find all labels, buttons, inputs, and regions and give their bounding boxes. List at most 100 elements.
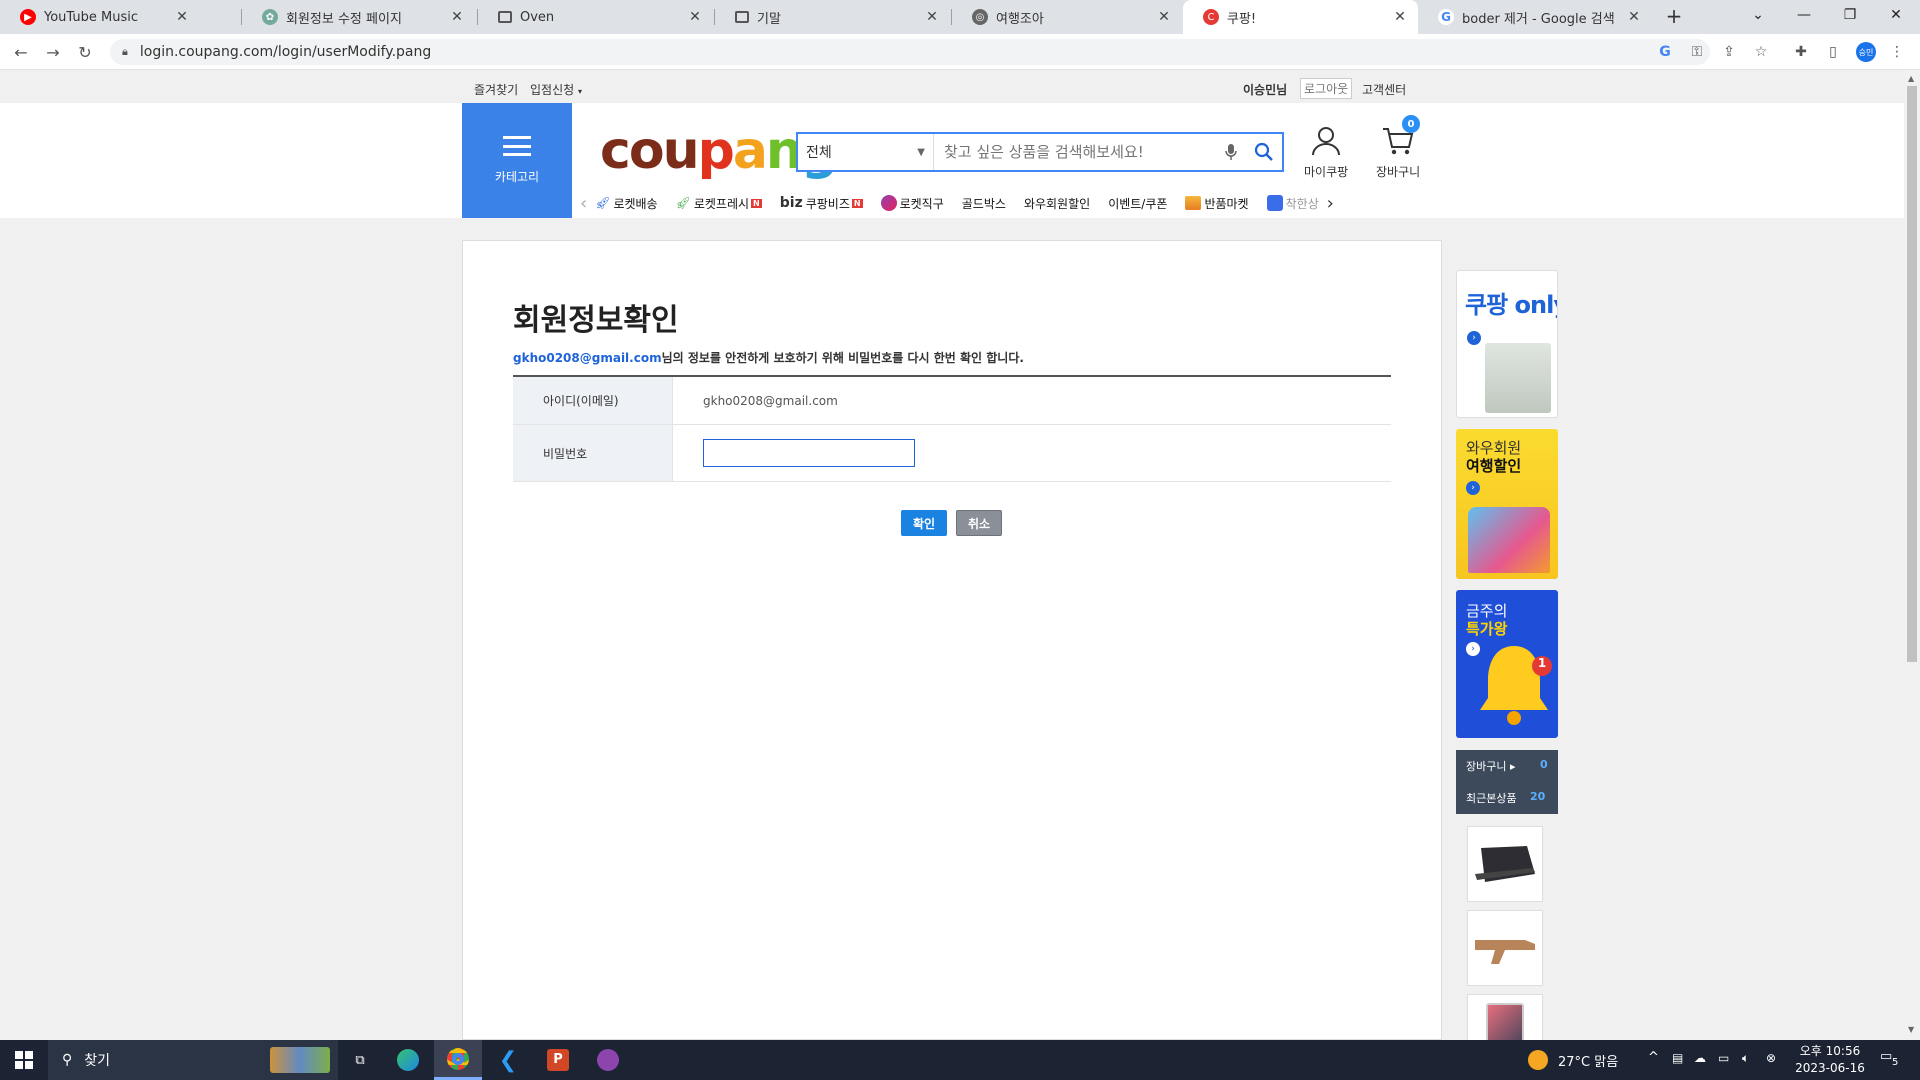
wow-travel-banner[interactable]: 와우회원 여행할인 › [1456,429,1558,579]
minimize-button[interactable]: — [1781,0,1827,30]
coupang-icon: C [1203,9,1219,25]
cart-link[interactable]: 장바구니 0 [1376,115,1420,180]
close-tab-icon[interactable]: ✕ [687,9,703,25]
tab-coupang[interactable]: C 쿠팡! ✕ [1183,0,1418,34]
notification-count: 1 [1537,656,1547,670]
onedrive-icon[interactable]: ☁ [1694,1051,1706,1065]
google-lens-icon[interactable]: G [1656,43,1674,61]
tab-youtube-music[interactable]: ▶ YouTube Music ✕ [0,0,200,34]
page-scrollbar[interactable]: ▲ ▼ [1904,70,1920,1040]
search-highlight-icon [270,1047,330,1073]
tray-overflow-icon[interactable]: ^ [1648,1050,1659,1065]
mycoupang-link[interactable]: 마이쿠팡 [1304,125,1348,180]
support-link[interactable]: 고객센터 [1362,81,1406,98]
search-icon[interactable] [1246,142,1282,162]
password-input[interactable] [703,439,915,467]
vscode-icon[interactable]: ❮ [484,1040,532,1080]
nav-coupang-biz[interactable]: biz 쿠팡비즈 N [780,195,863,212]
coupang-only-banner[interactable]: 쿠팡 only › [1456,270,1558,418]
recent-product-laptop[interactable] [1467,826,1543,902]
nav-good-shop[interactable]: 착한상 [1266,195,1321,212]
seller-label: 입점신청 [530,83,575,97]
site-header: 카테고리 coupang 전체 ▼ 마이쿠팡 장바구니 0 ‹ [0,103,1904,218]
cancel-button[interactable]: 취소 [956,510,1002,536]
search-bar: 전체 ▼ [796,132,1284,172]
tab-search-chevron-icon[interactable]: ⌄ [1735,0,1781,30]
maximize-button[interactable]: ❐ [1827,0,1873,30]
lock-icon: 🔒︎ [122,45,128,58]
tab-final[interactable]: 기말 ✕ [715,0,950,34]
notification-center-icon[interactable]: ▭ 5 [1880,1049,1904,1071]
ime-icon[interactable]: ⊗ [1766,1051,1776,1065]
toy-gun-image [1475,940,1535,964]
tab-travel[interactable]: ◎ 여행조아 ✕ [952,0,1182,34]
password-cell [673,425,1391,481]
forward-button[interactable]: → [41,40,65,64]
new-tab-button[interactable]: + [1660,2,1688,30]
menu-kebab-icon[interactable]: ⋮ [1888,43,1906,61]
tray-app-icon[interactable]: ▤ [1672,1051,1683,1065]
tab-google-search[interactable]: G boder 제거 - Google 검색 ✕ [1418,0,1652,34]
taskbar-search-box[interactable]: ⚲ 찾기 [48,1040,338,1080]
close-tab-icon[interactable]: ✕ [449,9,465,25]
category-button[interactable]: 카테고리 [462,103,572,218]
nav-rocket-global[interactable]: 로켓직구 [880,195,944,212]
search-input[interactable] [934,134,1216,170]
taskbar-search-label: 찾기 [84,1053,111,1069]
edge-icon[interactable] [384,1040,432,1080]
close-tab-icon[interactable]: ✕ [174,9,190,25]
seller-link[interactable]: 입점신청 ▾ [530,81,582,98]
search-category-select[interactable]: 전체 ▼ [798,134,934,170]
microphone-icon[interactable] [1216,143,1246,161]
scroll-down-icon[interactable]: ▼ [1908,1025,1914,1034]
nav-goldbox[interactable]: 골드박스 [962,195,1006,212]
network-icon[interactable]: ▭ [1718,1051,1729,1065]
github-desktop-icon[interactable] [584,1040,632,1080]
tab-chatgpt[interactable]: ✿ 회원정보 수정 페이지 ✕ [242,0,475,34]
nav-wow-discount[interactable]: 와우회원할인 [1024,195,1090,212]
extensions-icon[interactable]: ✚ [1792,43,1810,61]
close-tab-icon[interactable]: ✕ [1156,9,1172,25]
nav-label: 와우회원할인 [1023,196,1091,211]
nav-return-market[interactable]: 반품마켓 [1185,195,1249,212]
profile-avatar[interactable]: 승민 [1856,42,1876,62]
category-label: 카테고리 [494,170,540,184]
id-value: gkho0208@gmail.com [703,393,838,408]
close-tab-icon[interactable]: ✕ [924,9,940,25]
sidebar-cart-link[interactable]: 장바구니 ▸ [1466,758,1516,774]
nav-rocket-delivery[interactable]: 🚀︎ 로켓배송 [595,195,657,212]
powerpoint-icon[interactable]: P [534,1040,582,1080]
nav-next-icon[interactable]: › [1327,193,1334,214]
volume-icon[interactable]: 🔈︎ [1742,1051,1749,1066]
recent-product-tablet[interactable] [1467,994,1543,1040]
bookmark-star-icon[interactable]: ☆ [1752,43,1770,61]
address-bar[interactable]: 🔒︎ login.coupang.com/login/userModify.pa… [110,39,1710,65]
close-window-button[interactable]: ✕ [1873,0,1919,30]
reload-button[interactable]: ↻ [73,40,97,64]
logout-link[interactable]: 로그아웃 [1300,78,1353,99]
nav-rocket-fresh[interactable]: 🚀︎ 로켓프레시 N [676,195,762,212]
tab-oven[interactable]: Oven ✕ [478,0,713,34]
browser-toolbar: ← → ↻ 🔒︎ login.coupang.com/login/userMod… [0,34,1920,70]
chrome-icon[interactable] [434,1040,482,1080]
close-tab-icon[interactable]: ✕ [1392,9,1408,25]
nav-label: 쿠팡비즈 [805,196,850,211]
share-icon[interactable]: ⇪ [1720,43,1738,61]
recent-product-toy-gun[interactable] [1467,910,1543,986]
key-icon[interactable]: ⚿ [1688,43,1706,61]
close-tab-icon[interactable]: ✕ [1626,9,1642,25]
nav-label: 로켓프레시 [693,196,750,211]
weekly-deal-banner[interactable]: 금주의 특가왕 › 1 [1456,590,1558,738]
clock[interactable]: 오후 10:56 2023-06-16 [1790,1043,1870,1077]
scroll-up-icon[interactable]: ▲ [1908,74,1914,83]
task-view-icon[interactable]: ⧉ [336,1040,384,1080]
favorites-link[interactable]: 즐겨찾기 [474,81,518,98]
side-panel-icon[interactable]: ▯ [1824,43,1842,61]
weather-widget[interactable]: 27°C 맑음 [1528,1040,1618,1080]
scrollbar-thumb[interactable] [1907,86,1917,662]
back-button[interactable]: ← [9,40,33,64]
nav-events[interactable]: 이벤트/쿠폰 [1108,195,1167,212]
windows-start-button[interactable] [0,1040,48,1080]
confirm-button[interactable]: 확인 [901,510,947,536]
nav-prev-icon[interactable]: ‹ [580,193,587,214]
